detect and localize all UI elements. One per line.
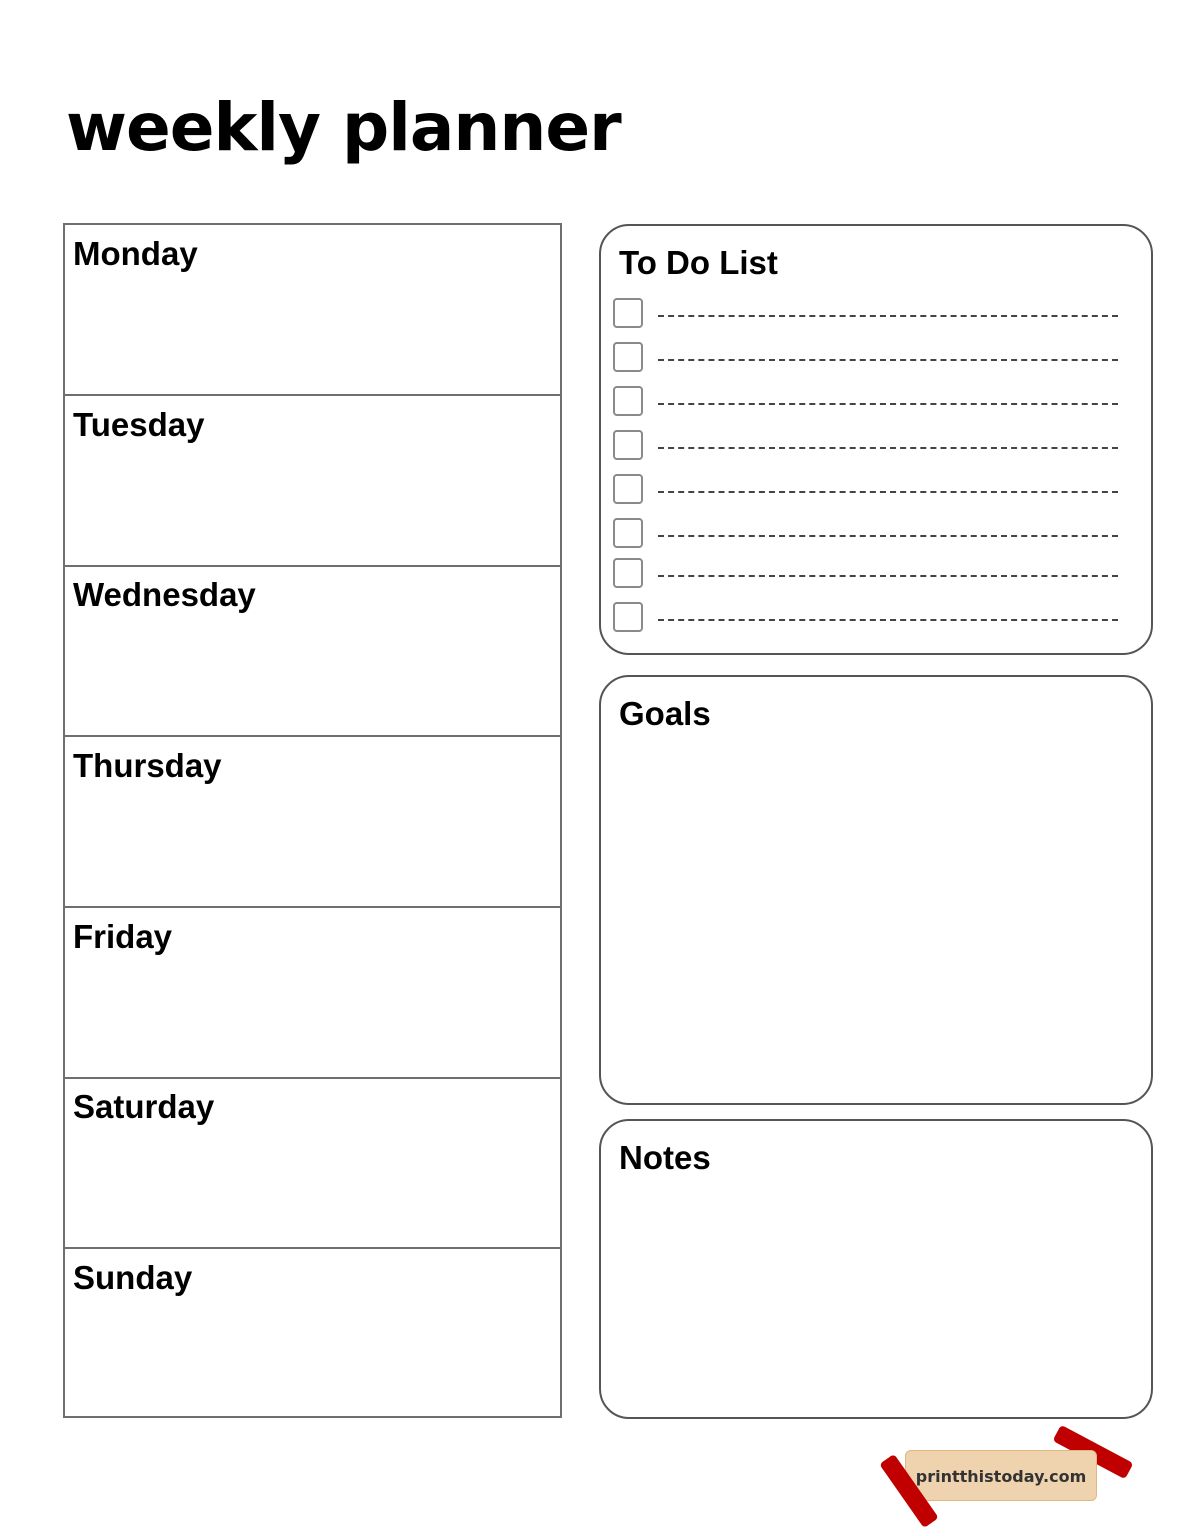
todo-line[interactable] [658, 403, 1118, 405]
page-title: Weekly Planner [66, 89, 622, 166]
day-label: Monday [73, 235, 198, 272]
checkbox[interactable] [613, 386, 643, 416]
watermark-text: printthistoday.com [915, 1467, 1087, 1486]
todo-item[interactable] [613, 298, 1123, 330]
watermark-badge: printthistoday.com [905, 1450, 1097, 1501]
day-label: Sunday [73, 1259, 193, 1296]
todo-line[interactable] [658, 315, 1118, 317]
checkbox[interactable] [613, 298, 643, 328]
checkbox[interactable] [613, 602, 643, 632]
day-cell-wednesday[interactable]: Wednesday [65, 566, 560, 737]
day-cell-friday[interactable]: Friday [65, 908, 560, 1079]
checkbox[interactable] [613, 430, 643, 460]
days-table: Monday Tuesday Wednesday Thursday Friday… [63, 223, 562, 1418]
todo-panel: To Do List [599, 224, 1153, 655]
checkbox[interactable] [613, 518, 643, 548]
day-label: Thursday [73, 747, 222, 784]
day-cell-sunday[interactable]: Sunday [65, 1249, 560, 1420]
todo-item[interactable] [613, 602, 1123, 634]
checkbox[interactable] [613, 558, 643, 588]
day-label: Tuesday [73, 406, 205, 443]
todo-line[interactable] [658, 447, 1118, 449]
notes-panel[interactable]: Notes [599, 1119, 1153, 1419]
day-cell-saturday[interactable]: Saturday [65, 1078, 560, 1249]
todo-line[interactable] [658, 535, 1118, 537]
goals-panel[interactable]: Goals [599, 675, 1153, 1105]
checkbox[interactable] [613, 342, 643, 372]
day-label: Saturday [73, 1088, 215, 1125]
todo-line[interactable] [658, 491, 1118, 493]
day-cell-tuesday[interactable]: Tuesday [65, 396, 560, 567]
todo-line[interactable] [658, 619, 1118, 621]
todo-item[interactable] [613, 342, 1123, 374]
day-label: Wednesday [73, 576, 256, 613]
todo-item[interactable] [613, 430, 1123, 462]
todo-title: To Do List [619, 244, 778, 281]
todo-line[interactable] [658, 359, 1118, 361]
todo-item[interactable] [613, 474, 1123, 506]
todo-item[interactable] [613, 558, 1123, 590]
day-cell-monday[interactable]: Monday [65, 225, 560, 396]
notes-title: Notes [619, 1139, 711, 1176]
day-label: Friday [73, 918, 173, 955]
todo-item[interactable] [613, 518, 1123, 550]
day-cell-thursday[interactable]: Thursday [65, 737, 560, 908]
todo-line[interactable] [658, 575, 1118, 577]
goals-title: Goals [619, 695, 711, 732]
checkbox[interactable] [613, 474, 643, 504]
todo-item[interactable] [613, 386, 1123, 418]
